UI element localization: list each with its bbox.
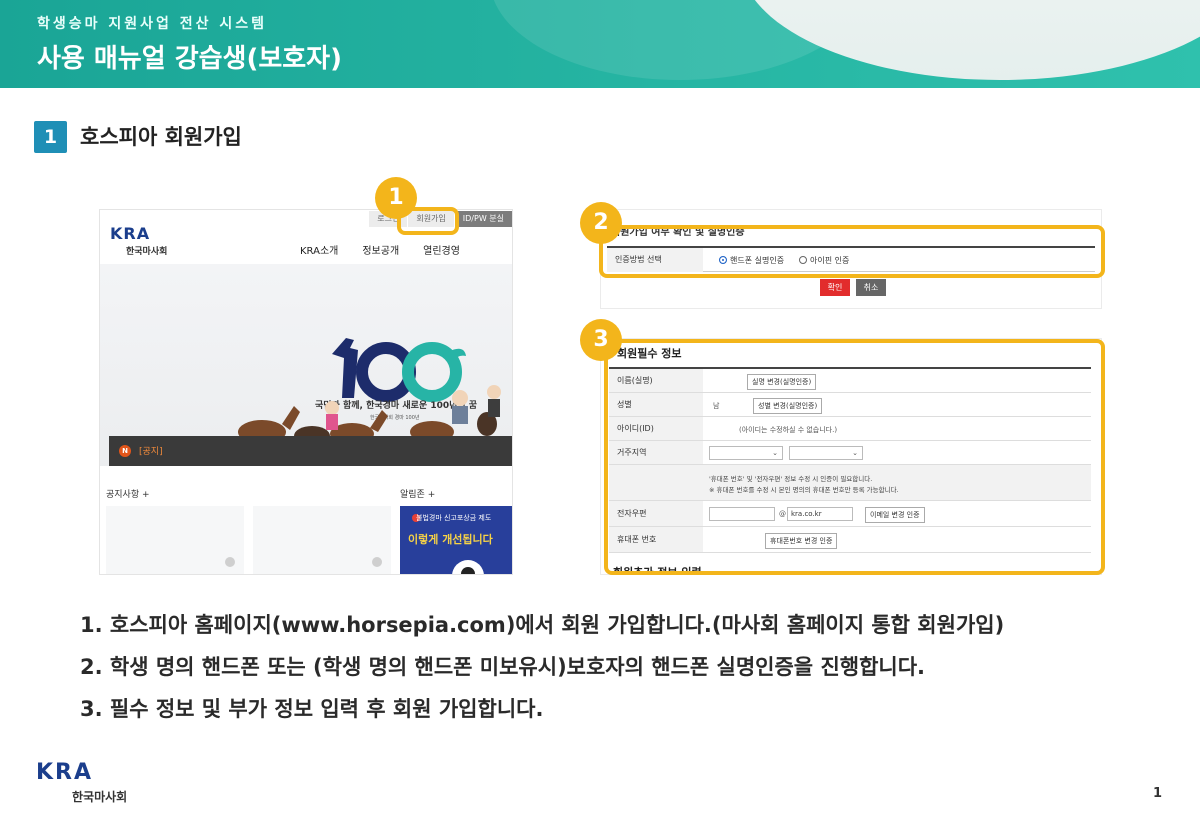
notice-section-label[interactable]: 공지사항 + <box>106 487 150 500</box>
footer-kra-logo: KRA 한국마사회 <box>36 760 127 805</box>
highlight-required-info <box>604 339 1105 575</box>
header-banner: 학생승마 지원사업 전산 시스템 사용 매뉴얼 강습생(보호자) <box>0 0 1200 88</box>
homepage-screenshot: 로그인 회원가입 ID/PW 분실 KRA 한국마사회 KRA소개 정보공개 열… <box>99 209 513 575</box>
logo-word: KRA <box>110 224 151 243</box>
find-id-button[interactable]: ID/PW 분실 <box>453 211 512 227</box>
nav-item-disclosure[interactable]: 정보공개 <box>362 242 399 257</box>
callout-2: 2 <box>580 202 622 244</box>
instruction-step: 1. 호스피아 홈페이지(www.horsepia.com)에서 회원 가입합니… <box>80 613 1005 637</box>
more-icon <box>372 557 382 567</box>
header-title: 사용 매뉴얼 강습생(보호자) <box>37 44 342 74</box>
instruction-step: 2. 학생 명의 핸드폰 또는 (학생 명의 핸드폰 미보유시)보호자의 핸드폰… <box>80 655 926 679</box>
page-number: 1 <box>1153 786 1163 801</box>
section-title: 호스피아 회원가입 <box>80 125 242 149</box>
callout-1: 1 <box>375 177 417 219</box>
logo-korean: 한국마사회 <box>126 247 168 257</box>
notice-card[interactable] <box>253 506 391 574</box>
confirm-button[interactable]: 확인 <box>820 279 850 296</box>
instruction-list: 1. 호스피아 홈페이지(www.horsepia.com)에서 회원 가입합니… <box>80 612 1004 738</box>
alarm-section-label[interactable]: 알림존 + <box>400 487 435 500</box>
more-icon <box>225 557 235 567</box>
nav-item-management[interactable]: 열린경영 <box>423 242 460 257</box>
kra-logo[interactable]: KRA 한국마사회 <box>110 224 167 257</box>
main-nav: KRA소개 정보공개 열린경영 <box>300 242 460 257</box>
footer-logo-word: KRA <box>36 760 94 785</box>
homepage-lower: 공지사항 + 알림존 + 불법경마 신고포상금 제도 이렇게 개선됩니다 <box>100 466 512 574</box>
promo-line1: 불법경마 신고포상금 제도 <box>416 514 492 522</box>
play-icon-center <box>461 567 475 574</box>
highlight-auth-method <box>599 225 1105 278</box>
instruction-step: 3. 필수 정보 및 부가 정보 입력 후 회원 가입합니다. <box>80 697 544 721</box>
promo-banner[interactable]: 불법경마 신고포상금 제도 이렇게 개선됩니다 <box>400 506 512 574</box>
promo-line2: 이렇게 개선됩니다 <box>408 533 493 546</box>
callout-3: 3 <box>580 319 622 361</box>
section-number: 1 <box>34 121 67 153</box>
header-decoration <box>740 0 1200 80</box>
footer-logo-korean: 한국마사회 <box>72 790 128 804</box>
new-badge: N <box>119 445 131 457</box>
notice-bar[interactable]: N [공지] <box>109 436 512 466</box>
notice-card[interactable] <box>106 506 244 574</box>
notice-text: [공지] <box>139 447 163 457</box>
header-subtitle: 학생승마 지원사업 전산 시스템 <box>37 16 268 32</box>
cancel-button[interactable]: 취소 <box>856 279 886 296</box>
nav-item-about[interactable]: KRA소개 <box>300 242 338 257</box>
